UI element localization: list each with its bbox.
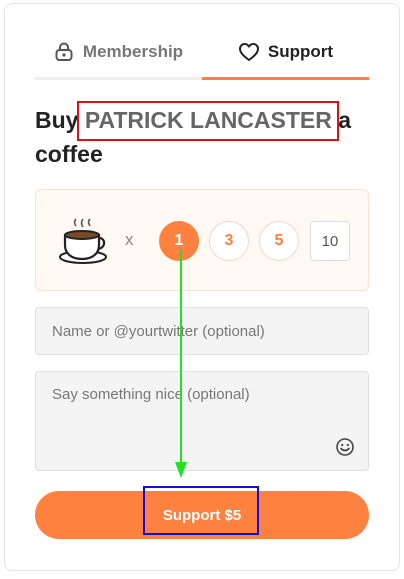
quantity-option-3[interactable]: 3 <box>209 221 249 261</box>
smiley-icon[interactable] <box>335 437 355 457</box>
quantity-option-5[interactable]: 5 <box>259 221 299 261</box>
tab-membership-label: Membership <box>82 42 184 61</box>
times-sign: x <box>125 230 134 249</box>
custom-quantity-input[interactable]: 10 <box>310 221 350 261</box>
heart-icon <box>238 41 260 63</box>
tab-active-indicator <box>202 77 369 80</box>
message-input[interactable] <box>35 371 369 471</box>
tab-support[interactable]: Support <box>202 26 369 78</box>
annotation-red-box <box>77 101 339 141</box>
lock-icon <box>53 41 75 63</box>
tab-membership[interactable]: Membership <box>34 26 202 78</box>
name-input[interactable] <box>35 307 369 355</box>
annotation-blue-box <box>143 486 259 535</box>
tab-support-label: Support <box>267 42 334 61</box>
annotation-green-arrow <box>175 250 187 478</box>
coffee-cup-icon <box>58 218 108 264</box>
coffee-quantity-selector: x 1 3 5 10 <box>35 189 369 291</box>
tab-bar: Membership Support <box>34 26 369 80</box>
